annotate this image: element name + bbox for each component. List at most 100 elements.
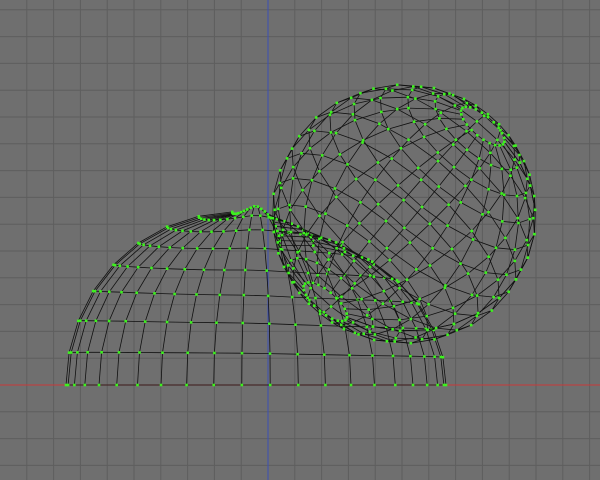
mesh-vertex[interactable] — [278, 169, 282, 172]
mesh-vertex[interactable] — [411, 383, 415, 387]
mesh-vertex[interactable] — [367, 308, 370, 311]
mesh-vertex[interactable] — [513, 158, 516, 161]
mesh-vertex[interactable] — [448, 92, 451, 95]
mesh-vertex[interactable] — [288, 203, 291, 207]
mesh-vertex[interactable] — [372, 87, 375, 90]
mesh-vertex[interactable] — [475, 120, 479, 123]
mesh-vertex[interactable] — [335, 101, 339, 105]
mesh-vertex[interactable] — [159, 383, 163, 387]
mesh-vertex[interactable] — [526, 177, 529, 181]
mesh-vertex[interactable] — [237, 211, 240, 215]
mesh-vertex[interactable] — [302, 288, 306, 292]
mesh-vertex[interactable] — [93, 289, 97, 293]
mesh-vertex[interactable] — [288, 208, 292, 212]
mesh-vertex[interactable] — [349, 96, 353, 100]
mesh-vertex[interactable] — [358, 222, 361, 225]
mesh-vertex[interactable] — [168, 246, 172, 249]
mesh-vertex[interactable] — [417, 303, 421, 306]
mesh-vertex[interactable] — [368, 330, 372, 333]
mesh-vertex[interactable] — [279, 247, 282, 251]
mesh-vertex[interactable] — [341, 319, 344, 323]
mesh-vertex[interactable] — [390, 277, 394, 281]
mesh-vertex[interactable] — [414, 336, 417, 339]
mesh-vertex[interactable] — [423, 123, 427, 126]
mesh-vertex[interactable] — [244, 268, 247, 272]
mesh-vertex[interactable] — [272, 192, 275, 196]
mesh-vertex[interactable] — [166, 226, 170, 230]
mesh-vertex[interactable] — [431, 246, 434, 250]
mesh-vertex[interactable] — [384, 219, 388, 223]
mesh-vertex[interactable] — [460, 113, 463, 116]
mesh-vertex[interactable] — [374, 299, 377, 302]
mesh-vertex[interactable] — [426, 328, 429, 332]
mesh-vertex[interactable] — [174, 228, 178, 232]
mesh-vertex[interactable] — [401, 300, 404, 304]
mesh-vertex[interactable] — [242, 215, 245, 219]
mesh-vertex[interactable] — [135, 291, 138, 295]
mesh-vertex[interactable] — [517, 221, 520, 225]
mesh-vertex[interactable] — [437, 185, 440, 188]
mesh-vertex[interactable] — [273, 208, 276, 212]
mesh-vertex[interactable] — [268, 383, 272, 387]
mesh-vertex[interactable] — [419, 85, 423, 88]
mesh-vertex[interactable] — [500, 131, 504, 135]
mesh-vertex[interactable] — [212, 383, 215, 387]
mesh-vertex[interactable] — [488, 141, 491, 145]
mesh-vertex[interactable] — [173, 292, 176, 296]
mesh-vertex[interactable] — [333, 187, 337, 190]
mesh-vertex[interactable] — [353, 118, 357, 122]
mesh-vertex[interactable] — [433, 100, 437, 103]
mesh-vertex[interactable] — [303, 282, 307, 285]
mesh-vertex[interactable] — [475, 294, 479, 297]
mesh-vertex[interactable] — [373, 383, 376, 387]
mesh-vertex[interactable] — [528, 184, 532, 187]
mesh-vertex[interactable] — [250, 214, 253, 217]
mesh-vertex[interactable] — [306, 296, 309, 299]
mesh-vertex[interactable] — [492, 121, 495, 124]
mesh-vertex[interactable] — [280, 233, 284, 237]
mesh-vertex[interactable] — [212, 218, 216, 222]
mesh-vertex[interactable] — [394, 383, 397, 387]
mesh-vertex[interactable] — [420, 337, 424, 341]
mesh-vertex[interactable] — [328, 113, 332, 117]
mesh-vertex[interactable] — [455, 328, 459, 332]
mesh-vertex[interactable] — [497, 296, 501, 300]
mesh-vertex[interactable] — [297, 383, 300, 387]
mesh-vertex[interactable] — [296, 251, 299, 254]
mesh-vertex[interactable] — [349, 383, 353, 387]
mesh-vertex[interactable] — [515, 166, 519, 169]
mesh-vertex[interactable] — [210, 230, 213, 234]
mesh-vertex[interactable] — [397, 280, 400, 284]
dome-mesh[interactable] — [64, 205, 448, 387]
mesh-vertex[interactable] — [298, 134, 301, 138]
mesh-vertex[interactable] — [461, 106, 464, 110]
mesh-vertex[interactable] — [242, 293, 246, 297]
mesh-vertex[interactable] — [503, 140, 506, 144]
mesh-vertex[interactable] — [422, 135, 426, 139]
mesh-vertex[interactable] — [474, 108, 478, 111]
mesh-vertex[interactable] — [304, 205, 307, 208]
mesh-vertex[interactable] — [494, 246, 498, 250]
mesh-vertex[interactable] — [526, 243, 530, 247]
mesh-vertex[interactable] — [242, 209, 246, 213]
mesh-vertex[interactable] — [83, 383, 87, 387]
mesh-vertex[interactable] — [425, 383, 429, 387]
mesh-vertex[interactable] — [246, 208, 249, 211]
mesh-vertex[interactable] — [444, 383, 448, 387]
mesh-vertex[interactable] — [443, 286, 447, 290]
mesh-vertex[interactable] — [308, 147, 312, 150]
mesh-vertex[interactable] — [215, 321, 218, 324]
mesh-vertex[interactable] — [157, 245, 161, 248]
mesh-vertex[interactable] — [334, 241, 338, 244]
mesh-vertex[interactable] — [308, 298, 311, 302]
mesh-vertex[interactable] — [398, 286, 401, 290]
mesh-vertex[interactable] — [124, 319, 127, 323]
mesh-vertex[interactable] — [515, 194, 519, 198]
mesh-vertex[interactable] — [301, 188, 304, 192]
mesh-vertex[interactable] — [470, 178, 473, 181]
mesh-vertex[interactable] — [307, 128, 311, 132]
mesh-vertex[interactable] — [99, 290, 102, 293]
mesh-vertex[interactable] — [278, 181, 282, 185]
mesh-vertex[interactable] — [304, 257, 308, 261]
mesh-vertex[interactable] — [446, 333, 449, 337]
